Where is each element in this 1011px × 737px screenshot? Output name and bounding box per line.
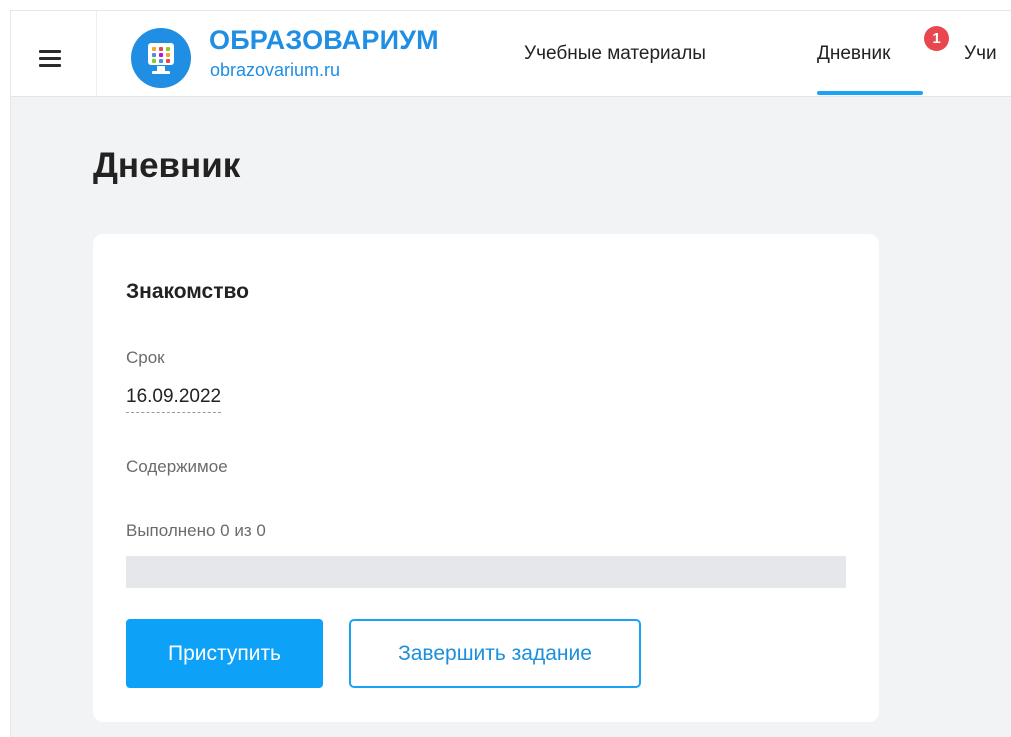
hamburger-menu-button[interactable]	[11, 11, 97, 96]
notification-badge: 1	[924, 26, 949, 51]
logo-dot	[159, 59, 163, 63]
hamburger-menu-icon	[39, 50, 61, 53]
app-window: ОБРАЗОВАРИУМ obrazovarium.ru Учебные мат…	[10, 10, 1011, 737]
logo-dot	[152, 59, 156, 63]
logo-dot	[159, 47, 163, 51]
nav-tab-materials[interactable]: Учебные материалы	[524, 43, 706, 65]
logo-dot	[166, 59, 170, 63]
task-card: Знакомство Срок 16.09.2022 Содержимое Вы…	[93, 234, 879, 722]
nav-tab-teach[interactable]: Учи	[964, 43, 997, 65]
nav-tab-diary[interactable]: Дневник	[817, 43, 890, 65]
site-logo[interactable]: ОБРАЗОВАРИУМ obrazovarium.ru	[131, 25, 481, 89]
deadline-value[interactable]: 16.09.2022	[126, 386, 222, 413]
logo-screen	[148, 43, 174, 65]
content-label: Содержимое	[126, 457, 228, 476]
finish-task-button[interactable]: Завершить задание	[349, 619, 641, 688]
logo-dot	[152, 47, 156, 51]
task-title: Знакомство	[126, 280, 249, 303]
active-tab-indicator	[817, 91, 923, 95]
logo-dot	[166, 47, 170, 51]
monitor-grid-icon	[131, 28, 191, 88]
logo-dot	[152, 53, 156, 57]
start-button[interactable]: Приступить	[126, 619, 323, 688]
hamburger-menu-icon-bar	[39, 57, 61, 60]
page-title: Дневник	[93, 146, 241, 185]
deadline-label: Срок	[126, 348, 165, 367]
top-header: ОБРАЗОВАРИУМ obrazovarium.ru Учебные мат…	[11, 11, 1011, 97]
logo-subtitle: obrazovarium.ru	[210, 60, 341, 80]
logo-dot	[166, 53, 170, 57]
page: ОБРАЗОВАРИУМ obrazovarium.ru Учебные мат…	[0, 0, 1011, 737]
logo-dot	[159, 53, 163, 57]
logo-title: ОБРАЗОВАРИУМ	[209, 25, 439, 55]
progress-label: Выполнено 0 из 0	[126, 521, 266, 540]
progress-bar	[126, 556, 846, 588]
hamburger-menu-icon-bar	[39, 64, 61, 67]
logo-base	[152, 71, 170, 74]
